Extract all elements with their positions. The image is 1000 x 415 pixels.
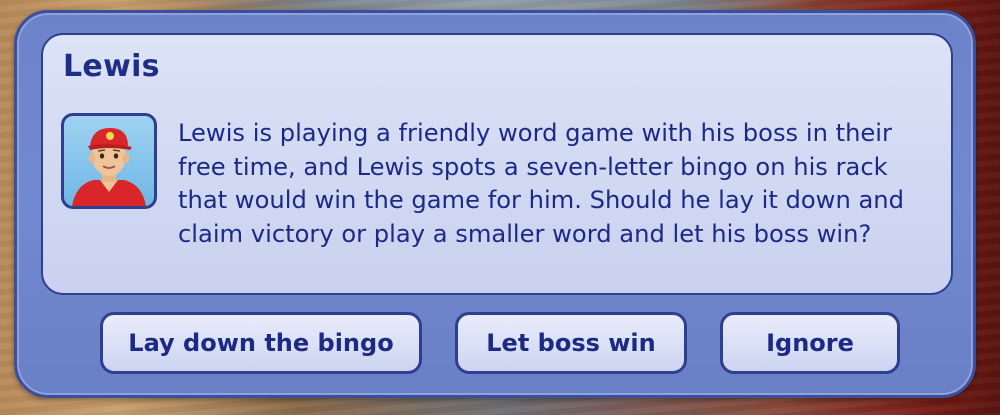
dialog-content-panel: Lewis Lewis is playing a friendly word g…	[41, 33, 953, 295]
ignore-button[interactable]: Ignore	[720, 312, 900, 374]
dialog-message: Lewis is playing a friendly word game wi…	[178, 119, 904, 248]
choice-dialog: Lewis Lewis is playing a friendly word g…	[14, 10, 976, 398]
game-scene: Lewis Lewis is playing a friendly word g…	[0, 0, 1000, 415]
lay-down-bingo-button[interactable]: Lay down the bingo	[100, 312, 422, 374]
sim-portrait-icon	[61, 113, 157, 209]
let-boss-win-button[interactable]: Let boss win	[455, 312, 687, 374]
dialog-title: Lewis	[63, 49, 160, 84]
